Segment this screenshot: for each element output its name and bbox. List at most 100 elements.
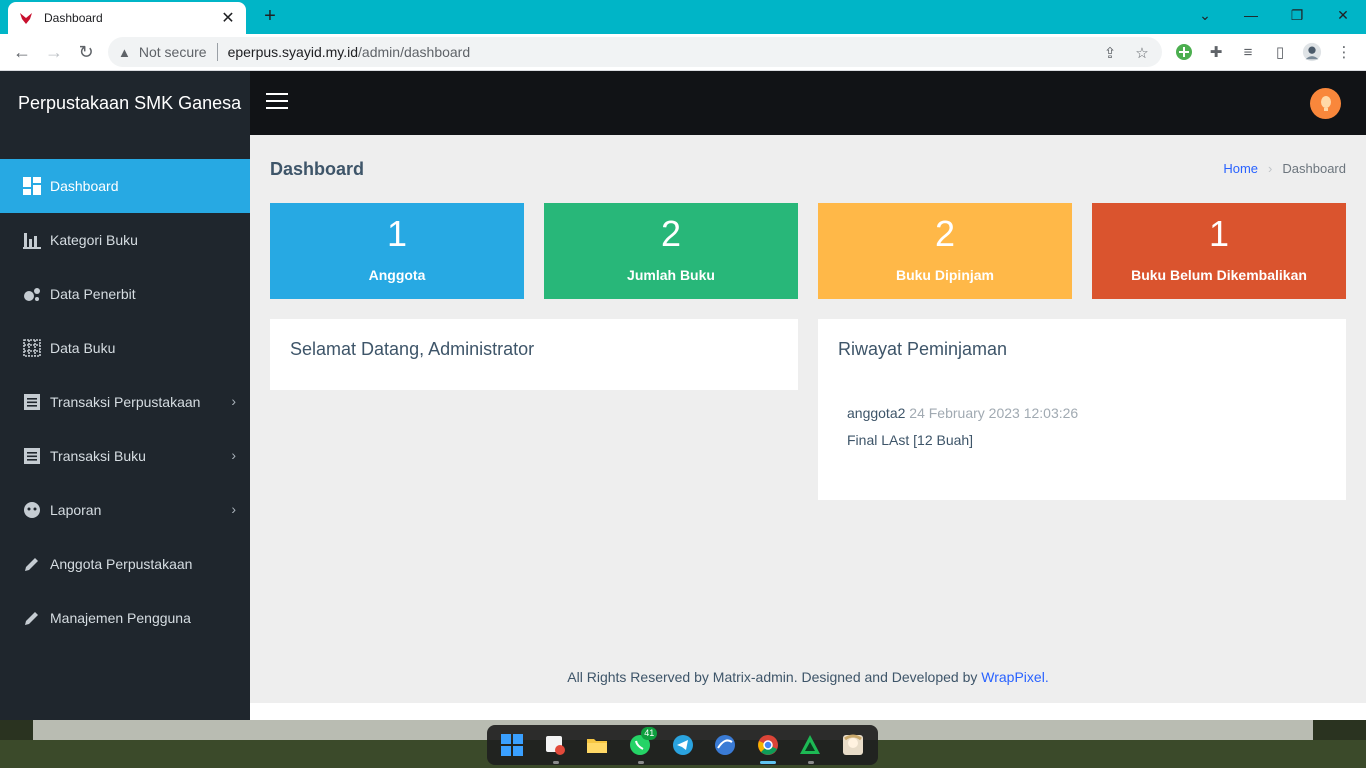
list-icon (22, 392, 42, 412)
stat-card-jumlah-buku[interactable]: 2 Jumlah Buku (544, 203, 798, 299)
new-tab-button[interactable]: + (258, 4, 282, 28)
footer-period: . (1044, 669, 1049, 685)
address-bar[interactable]: ▲ Not secure eperpus.syayid.my.id /admin… (108, 37, 1162, 67)
stat-label: Jumlah Buku (627, 267, 715, 283)
chrome-icon[interactable] (750, 727, 785, 764)
forward-icon[interactable]: → (42, 40, 66, 64)
chevron-right-icon: › (231, 393, 236, 409)
file-explorer-icon[interactable] (580, 727, 615, 763)
tab-search-icon[interactable]: ⌄ (1182, 0, 1228, 30)
stat-label: Buku Dipinjam (895, 267, 994, 283)
share-icon[interactable]: ⇪ (1100, 43, 1120, 63)
extensions-puzzle-icon[interactable]: ✚ (1206, 42, 1226, 62)
sidebar-item-data-penerbit[interactable]: Data Penerbit (0, 267, 250, 321)
welcome-card: Selamat Datang, Administrator (270, 319, 798, 390)
chevron-right-icon: › (231, 501, 236, 517)
stat-card-anggota[interactable]: 1 Anggota (270, 203, 524, 299)
pencil-icon (22, 608, 42, 628)
stat-value: 1 (1208, 213, 1230, 254)
profile-avatar-icon[interactable] (1302, 42, 1322, 62)
page-footer: All Rights Reserved by Matrix-admin. Des… (250, 669, 1366, 685)
history-user: anggota2 (847, 405, 906, 421)
chevron-right-icon: › (231, 447, 236, 463)
window-close-icon[interactable]: ✕ (1320, 0, 1366, 30)
breadcrumb-separator-icon: › (1268, 161, 1273, 176)
running-indicator (552, 761, 559, 764)
page-title: Dashboard (270, 159, 365, 179)
url-path: /admin/dashboard (358, 44, 471, 60)
notification-badge: 41 (641, 727, 658, 740)
stat-value: 1 (386, 213, 408, 254)
bar-chart-icon (22, 230, 42, 250)
tab-title: Dashboard (44, 11, 103, 25)
green-triangle-app-icon[interactable] (793, 727, 828, 764)
browser-toolbar: ← → ↻ ▲ Not secure eperpus.syayid.my.id … (0, 34, 1366, 71)
sidebar-item-manajemen-pengguna[interactable]: Manajemen Pengguna (0, 591, 250, 645)
sidebar-item-kategori-buku[interactable]: Kategori Buku (0, 213, 250, 267)
windows-start-icon[interactable] (495, 727, 530, 763)
dashboard-icon (22, 176, 42, 196)
bookmark-star-icon[interactable]: ☆ (1132, 43, 1152, 63)
sidebar-item-label: Dashboard (50, 178, 119, 194)
reading-list-icon[interactable]: ≡ (1238, 42, 1258, 62)
sidebar-item-label: Kategori Buku (50, 232, 138, 248)
snipping-tool-icon[interactable] (538, 727, 573, 764)
sidebar-item-label: Data Penerbit (50, 286, 136, 302)
history-timestamp: 24 February 2023 12:03:26 (909, 405, 1079, 421)
sidebar-item-label: Anggota Perpustakaan (50, 556, 193, 572)
history-entry-item: Final LAst [12 Buah] (847, 432, 974, 448)
sidebar-item-transaksi-buku[interactable]: Transaksi Buku › (0, 429, 250, 483)
active-app-indicator (760, 761, 777, 764)
user-avatar[interactable] (1310, 88, 1341, 119)
history-entry-header: anggota2 24 February 2023 12:03:26 (847, 405, 1078, 421)
sidebar-item-label: Manajemen Pengguna (50, 610, 191, 626)
sidebar-item-transaksi-perpustakaan[interactable]: Transaksi Perpustakaan › (0, 375, 250, 429)
whatsapp-icon[interactable]: 41 (623, 727, 658, 764)
browser-tab[interactable]: Dashboard ✕ (8, 2, 246, 34)
running-indicator (807, 761, 814, 764)
sidebar-item-dashboard[interactable]: Dashboard (0, 159, 250, 213)
history-title: Riwayat Peminjaman (838, 339, 1008, 359)
sidebar-item-label: Data Buku (50, 340, 116, 356)
app-brand[interactable]: Perpustakaan SMK Ganesa (0, 71, 250, 135)
bubbles-icon (22, 284, 42, 304)
reload-icon[interactable]: ↻ (74, 40, 98, 64)
sidebar-item-label: Laporan (50, 502, 102, 518)
extension-green-icon[interactable] (1174, 42, 1194, 62)
security-label: Not secure (138, 44, 207, 60)
page-bottom-edge (250, 703, 1366, 720)
list-icon (22, 446, 42, 466)
side-panel-icon[interactable]: ▯ (1270, 42, 1290, 62)
history-card: Riwayat Peminjaman anggota2 24 February … (818, 319, 1346, 500)
sidebar-item-laporan[interactable]: Laporan › (0, 483, 250, 537)
stat-label: Anggota (368, 267, 426, 283)
footer-wrappixel-link[interactable]: WrapPixel (981, 669, 1045, 685)
main-content: Dashboard Home › Dashboard 1 Anggota 2 J… (250, 135, 1366, 703)
anime-app-icon[interactable] (836, 727, 871, 763)
browser-menu-icon[interactable]: ⋮ (1334, 42, 1354, 62)
restore-icon[interactable]: ❐ (1274, 0, 1320, 30)
stat-card-buku-dipinjam[interactable]: 2 Buku Dipinjam (818, 203, 1072, 299)
site-favicon-icon (18, 10, 34, 26)
running-indicator (637, 761, 644, 764)
tab-close-icon[interactable]: ✕ (220, 8, 236, 28)
telegram-icon[interactable] (665, 727, 700, 763)
stat-value: 2 (934, 213, 956, 254)
sidebar-item-data-buku[interactable]: Data Buku (0, 321, 250, 375)
back-icon[interactable]: ← (10, 40, 34, 64)
sidebar-item-label: Transaksi Buku (50, 448, 146, 464)
browser-tab-bar: Dashboard ✕ + ⌄ — ❐ ✕ (0, 0, 1366, 34)
menu-toggle-icon[interactable] (266, 93, 288, 113)
stat-card-buku-belum-dikembalikan[interactable]: 1 Buku Belum Dikembalikan (1092, 203, 1346, 299)
taskbar: 41 (487, 725, 878, 765)
footer-text: All Rights Reserved by Matrix-admin. Des… (567, 669, 978, 685)
omnibox-divider (216, 43, 218, 61)
sidebar-item-label: Transaksi Perpustakaan (50, 394, 201, 410)
breadcrumb: Home › Dashboard (1223, 161, 1346, 176)
minimize-icon[interactable]: — (1228, 0, 1274, 30)
sidebar-item-anggota-perpustakaan[interactable]: Anggota Perpustakaan (0, 537, 250, 591)
face-icon (22, 500, 42, 520)
browser-app-icon[interactable] (708, 727, 743, 763)
welcome-title: Selamat Datang, Administrator (290, 339, 535, 359)
breadcrumb-home-link[interactable]: Home (1223, 161, 1258, 176)
